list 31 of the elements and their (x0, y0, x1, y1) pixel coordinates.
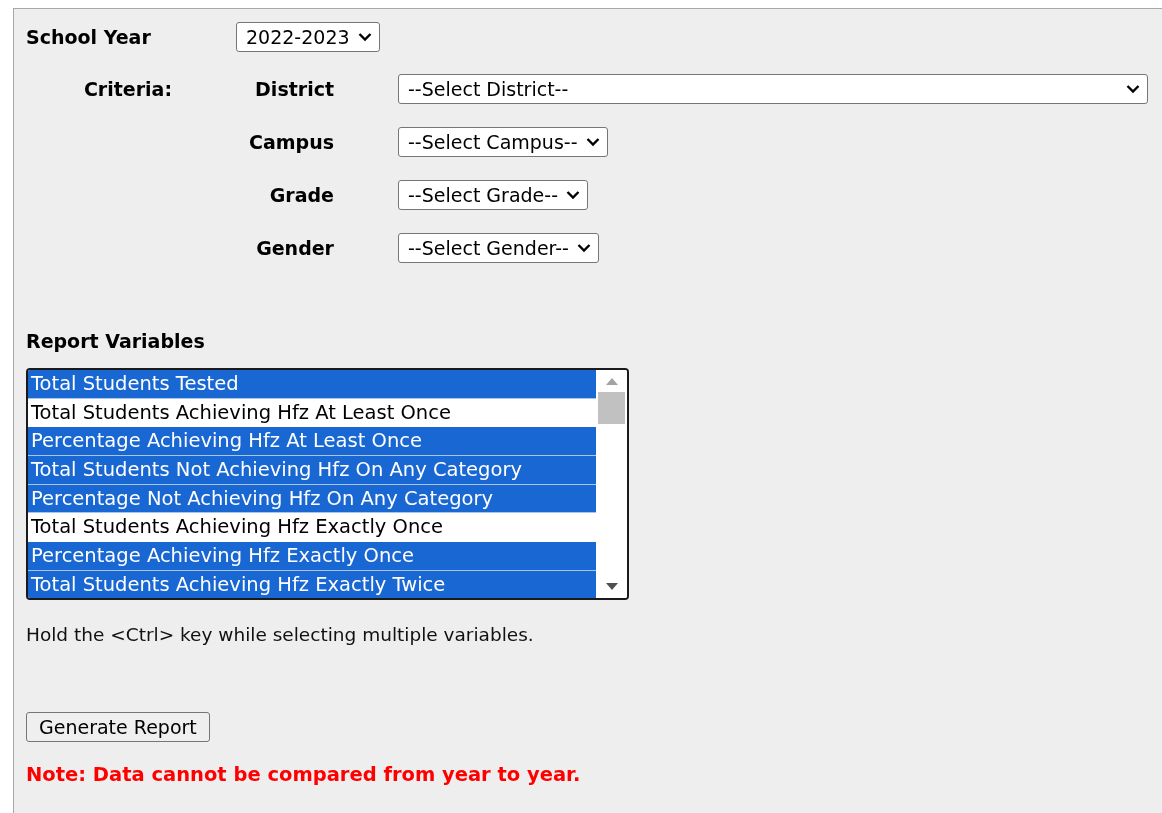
list-option[interactable]: Total Students Not Achieving Hfz On Any Category (28, 456, 596, 485)
filter-dropdown[interactable]: --Select Gender-- (398, 233, 599, 263)
chevron-icon (1126, 84, 1140, 94)
criteria-label: Criteria: (83, 78, 172, 100)
generate-report-button[interactable]: Generate Report (26, 712, 210, 742)
list-option[interactable]: Total Students Tested (28, 370, 596, 399)
filter-dropdown[interactable]: --Select Campus-- (398, 127, 608, 157)
list-option[interactable]: Percentage Achieving Hfz At Least Once (28, 427, 596, 457)
field-label: School Year (26, 26, 152, 48)
scroll-up-icon[interactable] (605, 377, 618, 385)
field-label: District (255, 78, 334, 100)
list-option[interactable]: Percentage Achieving Hfz Exactly Once (28, 542, 596, 571)
chevron-icon (357, 32, 372, 42)
hint-text: Hold the <Ctrl> key while selecting multiple variables. (26, 624, 534, 645)
list-option[interactable]: Total Students Achieving Hfz Exactly Twice (28, 570, 596, 598)
variables-listbox[interactable] (26, 368, 629, 600)
scrollbar[interactable] (596, 370, 627, 598)
scroll-thumb[interactable] (598, 392, 625, 424)
field-label: Grade (269, 184, 334, 206)
section-heading: Report Variables (26, 330, 205, 352)
scroll-down-icon[interactable] (605, 583, 618, 591)
chevron-icon (576, 243, 591, 253)
list-option[interactable]: Percentage Not Achieving Hfz On Any Category (28, 484, 596, 514)
field-label: Gender (256, 237, 334, 259)
note-text: Note: Data cannot be compared from year to year. (26, 763, 581, 786)
school-year-dropdown[interactable]: 2022-2023 (236, 22, 380, 52)
chevron-icon (585, 137, 600, 147)
filter-dropdown[interactable]: --Select Grade-- (398, 180, 588, 210)
filter-dropdown[interactable]: --Select District-- (398, 74, 1148, 104)
field-label: Campus (249, 131, 334, 153)
chevron-icon (566, 190, 580, 200)
